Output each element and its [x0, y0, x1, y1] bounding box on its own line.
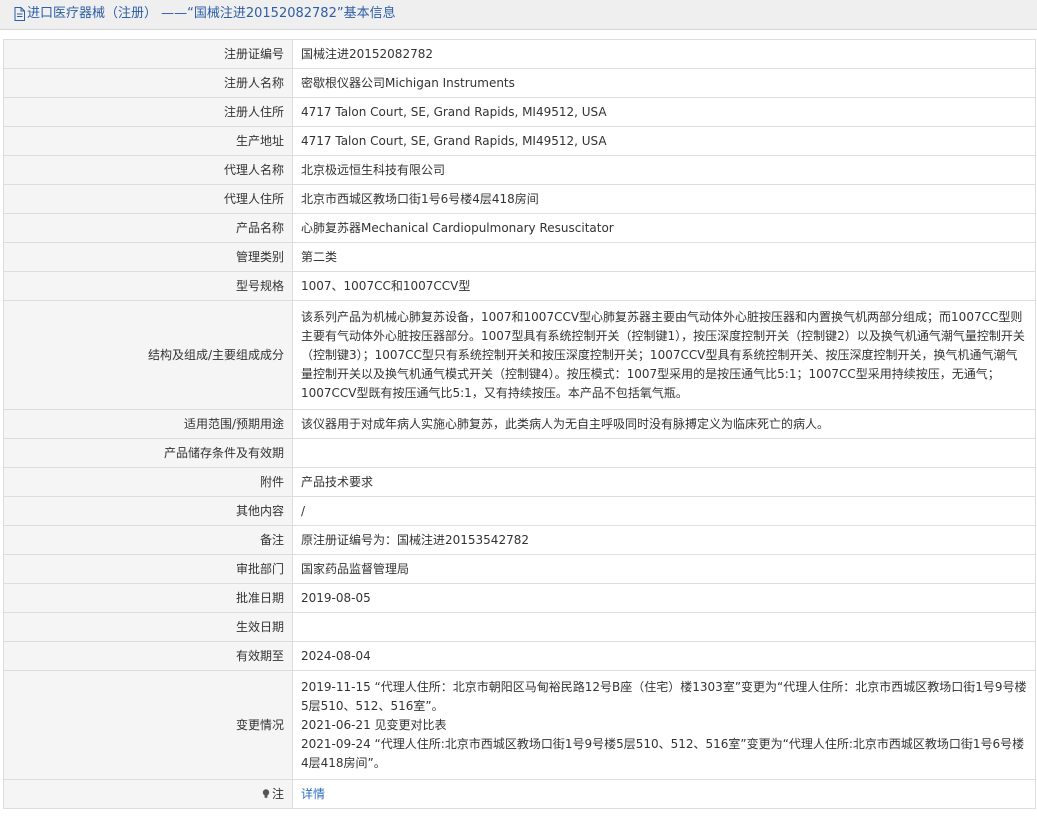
field-value-note: 详情	[292, 779, 1036, 809]
change-entry: 2021-06-21 见变更对比表	[301, 717, 447, 732]
field-value-intended-use: 该仪器用于对成年病人实施心肺复苏，此类病人为无自主呼吸同时没有脉搏定义为临床死亡…	[292, 409, 1036, 439]
field-label-changes: 变更情况	[3, 670, 293, 780]
field-label-reg-no: 注册证编号	[3, 39, 293, 69]
table-row: 其他内容 /	[3, 496, 1036, 526]
field-label-intended-use: 适用范围/预期用途	[3, 409, 293, 439]
field-label-registrant: 注册人名称	[3, 68, 293, 98]
field-label-attachment: 附件	[3, 467, 293, 497]
field-label-agent-addr: 代理人住所	[3, 184, 293, 214]
table-row: 管理类别 第二类	[3, 242, 1036, 272]
field-label-remark: 备注	[3, 525, 293, 555]
table-row: 产品储存条件及有效期	[3, 438, 1036, 468]
table-row: 代理人名称 北京极远恒生科技有限公司	[3, 155, 1036, 185]
field-label-production-addr: 生产地址	[3, 126, 293, 156]
table-row: 有效期至 2024-08-04	[3, 641, 1036, 671]
field-value-model: 1007、1007CC和1007CCV型	[292, 271, 1036, 301]
change-entry: 2021-09-24 “代理人住所:北京市西城区教场口街1号9号楼5层510、5…	[301, 736, 1025, 770]
info-table-body: 注册证编号 国械注进20152082782 注册人名称 密歇根仪器公司Michigan…	[3, 39, 1036, 809]
table-row: 注册证编号 国械注进20152082782	[3, 39, 1036, 69]
field-value-category: 第二类	[292, 242, 1036, 272]
info-table: 注册证编号 国械注进20152082782 注册人名称 密歇根仪器公司Michigan…	[3, 39, 1036, 809]
table-row: 产品名称 心肺复苏器Mechanical Cardiopulmonary Resu…	[3, 213, 1036, 243]
table-row: 备注 原注册证编号为：国械注进20153542782	[3, 525, 1036, 555]
table-row: 变更情况 2019-11-15 “代理人住所：北京市朝阳区马甸裕民路12号B座（住…	[3, 670, 1036, 780]
field-value-storage	[292, 438, 1036, 468]
field-label-expiry-date: 有效期至	[3, 641, 293, 671]
field-value-production-addr: 4717 Talon Court, SE, Grand Rapids, MI49…	[292, 126, 1036, 156]
table-row: 审批部门 国家药品监督管理局	[3, 554, 1036, 584]
page-title: 进口医疗器械（注册） ——“国械注进20152082782”基本信息	[27, 6, 396, 21]
table-row: 代理人住所 北京市西城区教场口街1号6号楼4层418房间	[3, 184, 1036, 214]
field-label-note: 注	[3, 779, 293, 809]
field-label-other: 其他内容	[3, 496, 293, 526]
field-value-agent-addr: 北京市西城区教场口街1号6号楼4层418房间	[292, 184, 1036, 214]
field-value-authority: 国家药品监督管理局	[292, 554, 1036, 584]
field-label-authority: 审批部门	[3, 554, 293, 584]
table-row: 适用范围/预期用途 该仪器用于对成年病人实施心肺复苏，此类病人为无自主呼吸同时没有…	[3, 409, 1036, 439]
table-row: 型号规格 1007、1007CC和1007CCV型	[3, 271, 1036, 301]
details-link[interactable]: 详情	[301, 787, 325, 801]
field-label-category: 管理类别	[3, 242, 293, 272]
table-row: 生效日期	[3, 612, 1036, 642]
field-label-effective-date: 生效日期	[3, 612, 293, 642]
field-label-approval-date: 批准日期	[3, 583, 293, 613]
field-value-expiry-date: 2024-08-04	[292, 641, 1036, 671]
table-row: 结构及组成/主要组成成分 该系列产品为机械心肺复苏设备，1007和1007CCV型…	[3, 300, 1036, 410]
field-label-registrant-addr: 注册人住所	[3, 97, 293, 127]
field-value-product-name: 心肺复苏器Mechanical Cardiopulmonary Resuscit…	[292, 213, 1036, 243]
field-value-changes: 2019-11-15 “代理人住所：北京市朝阳区马甸裕民路12号B座（住宅）楼1…	[292, 670, 1036, 780]
field-label-storage: 产品储存条件及有效期	[3, 438, 293, 468]
field-label-composition: 结构及组成/主要组成成分	[3, 300, 293, 410]
field-value-remark: 原注册证编号为：国械注进20153542782	[292, 525, 1036, 555]
field-value-agent: 北京极远恒生科技有限公司	[292, 155, 1036, 185]
field-value-effective-date	[292, 612, 1036, 642]
field-label-model: 型号规格	[3, 271, 293, 301]
field-value-approval-date: 2019-08-05	[292, 583, 1036, 613]
table-row: 批准日期 2019-08-05	[3, 583, 1036, 613]
table-row: 注册人住所 4717 Talon Court, SE, Grand Rapids,…	[3, 97, 1036, 127]
lightbulb-icon	[262, 788, 270, 798]
change-entry: 2019-11-15 “代理人住所：北京市朝阳区马甸裕民路12号B座（住宅）楼1…	[301, 679, 1027, 713]
field-label-product-name: 产品名称	[3, 213, 293, 243]
note-label: 注	[271, 786, 284, 801]
field-value-attachment: 产品技术要求	[292, 467, 1036, 497]
field-value-registrant: 密歇根仪器公司Michigan Instruments	[292, 68, 1036, 98]
table-row: 附件 产品技术要求	[3, 467, 1036, 497]
field-value-registrant-addr: 4717 Talon Court, SE, Grand Rapids, MI49…	[292, 97, 1036, 127]
field-value-composition: 该系列产品为机械心肺复苏设备，1007和1007CCV型心肺复苏器主要由气动体外…	[292, 300, 1036, 410]
table-row: 生产地址 4717 Talon Court, SE, Grand Rapids, …	[3, 126, 1036, 156]
field-label-agent: 代理人名称	[3, 155, 293, 185]
title-bar: 进口医疗器械（注册） ——“国械注进20152082782”基本信息	[0, 0, 1037, 30]
field-value-other: /	[292, 496, 1036, 526]
table-row: 注 详情	[3, 779, 1036, 809]
field-value-reg-no: 国械注进20152082782	[292, 39, 1036, 69]
table-row: 注册人名称 密歇根仪器公司Michigan Instruments	[3, 68, 1036, 98]
document-icon	[14, 7, 25, 21]
